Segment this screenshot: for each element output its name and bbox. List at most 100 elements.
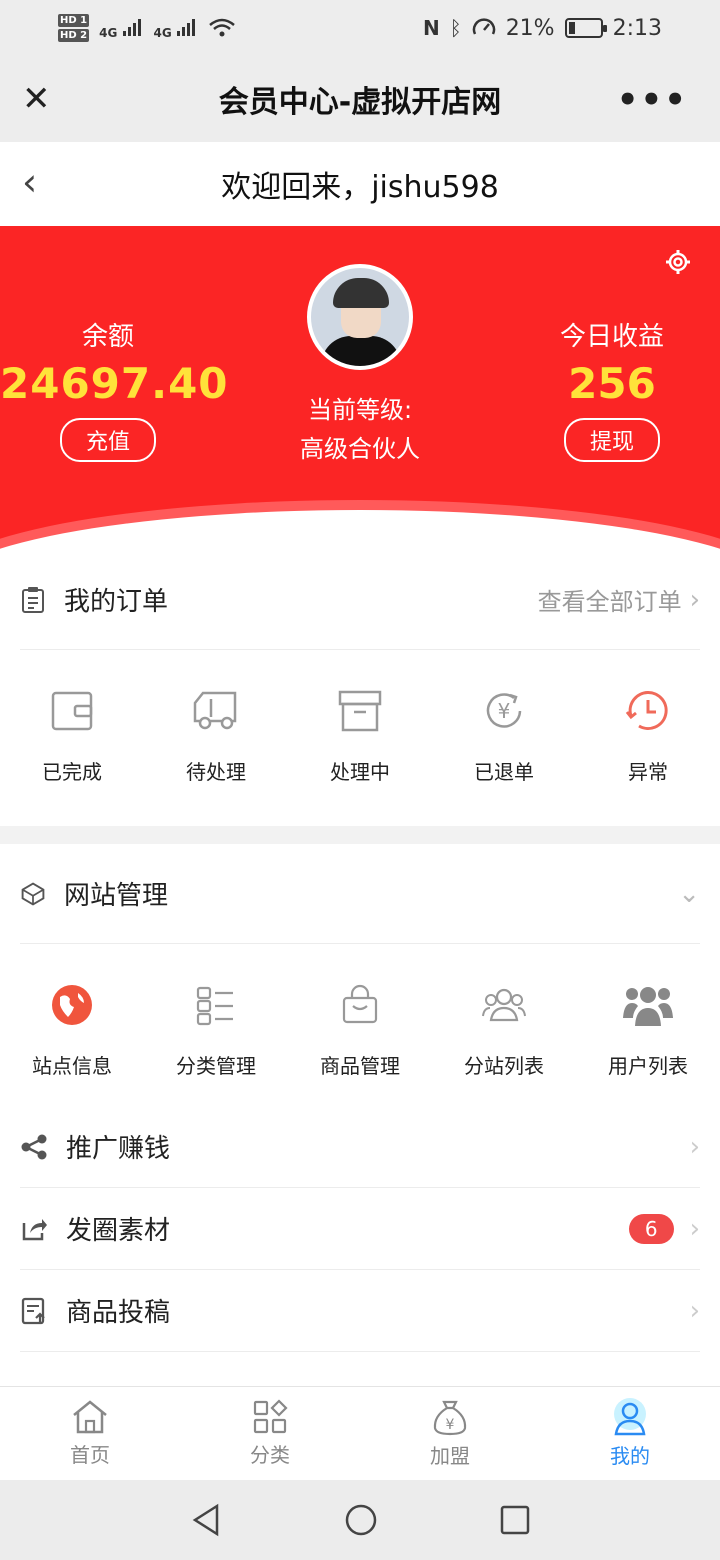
battery-percent: 21% — [505, 15, 555, 41]
order-status-label: 待处理 — [186, 760, 246, 784]
site-tool-label: 用户列表 — [608, 1054, 688, 1078]
order-status-label: 已退单 — [474, 760, 534, 784]
site-header[interactable]: 网站管理 ⌄ — [20, 844, 700, 944]
recharge-button[interactable]: 充值 — [59, 418, 156, 462]
menu-item-product-submit[interactable]: 商品投稿 › — [20, 1270, 700, 1352]
order-status-grid: 已完成 待处理 处理中 ¥ 已退单 异常 — [0, 650, 720, 785]
battery-icon — [564, 18, 607, 38]
tab-home[interactable]: 首页 — [0, 1387, 180, 1480]
close-icon[interactable]: ✕ — [22, 82, 51, 116]
menu-item-label: 商品投稿 — [66, 1298, 171, 1328]
users-outline-icon — [482, 988, 526, 1022]
home-icon — [73, 1400, 107, 1434]
back-icon[interactable]: ‹ — [22, 162, 37, 202]
menu-item-label: 发圈素材 — [66, 1216, 171, 1246]
menu-item-moments-material[interactable]: 发圈素材 6 › — [20, 1188, 700, 1270]
site-title: 网站管理 — [64, 881, 169, 911]
category-manage-item[interactable]: 分类管理 — [144, 944, 288, 1079]
order-status-pending[interactable]: 待处理 — [144, 650, 288, 785]
svg-text:¥: ¥ — [446, 1417, 455, 1433]
site-tool-label: 分类管理 — [176, 1054, 256, 1078]
share-icon — [21, 1134, 47, 1159]
bluetooth-icon: ᛒ — [449, 16, 462, 40]
balance-value: 24697.40 — [0, 359, 229, 408]
order-status-abnormal[interactable]: 异常 — [576, 650, 720, 785]
tab-mine[interactable]: 我的 — [540, 1387, 720, 1480]
cube-icon — [21, 881, 45, 906]
signal-icon — [122, 18, 141, 36]
user-list-item[interactable]: 用户列表 — [576, 944, 720, 1079]
orders-title: 我的订单 — [64, 587, 169, 617]
site-info-item[interactable]: 站点信息 — [0, 944, 144, 1079]
order-status-label: 异常 — [628, 760, 668, 784]
tab-label: 首页 — [70, 1443, 110, 1467]
substation-list-item[interactable]: 分站列表 — [432, 944, 576, 1079]
clipboard-icon — [22, 586, 44, 613]
site-tool-label: 商品管理 — [320, 1054, 400, 1078]
product-manage-item[interactable]: 商品管理 — [288, 944, 432, 1079]
network-4g-1: 4G — [99, 17, 143, 40]
signal-icon — [176, 18, 195, 36]
chevron-down-icon[interactable]: ⌄ — [678, 879, 700, 909]
balance-block: 余额 24697.40 充值 — [0, 316, 229, 462]
order-status-label: 处理中 — [330, 760, 390, 784]
site-tools-grid: 站点信息 分类管理 商品管理 分站列表 用户列表 — [0, 944, 720, 1079]
site-tool-label: 分站列表 — [464, 1054, 544, 1078]
earnings-value: 256 — [568, 359, 656, 408]
clock-time: 2:13 — [612, 15, 662, 41]
refund-icon: ¥ — [486, 693, 522, 728]
upload-doc-icon — [21, 1297, 45, 1324]
chevron-right-icon: › — [689, 1131, 700, 1162]
box-icon — [338, 690, 382, 732]
earnings-label: 今日收益 — [559, 322, 664, 352]
order-status-processing[interactable]: 处理中 — [288, 650, 432, 785]
welcome-bar: ‹ 欢迎回来，jishu598 — [0, 142, 720, 226]
tab-label: 我的 — [610, 1444, 650, 1468]
shopping-bag-icon — [342, 984, 378, 1024]
balance-label: 余额 — [81, 322, 134, 352]
chevron-right-icon: › — [689, 1213, 700, 1244]
speedometer-icon — [472, 18, 495, 35]
settings-gear-icon[interactable] — [664, 248, 692, 276]
order-status-label: 已完成 — [42, 760, 102, 784]
globe-icon — [52, 985, 92, 1025]
money-bag-icon: ¥ — [433, 1400, 467, 1436]
orders-section: 我的订单 查看全部订单 › 已完成 待处理 处理中 ¥ 已退单 异常 — [0, 550, 720, 826]
view-all-orders-link[interactable]: 查看全部订单 — [538, 582, 682, 617]
nav-recents-icon[interactable] — [499, 1504, 531, 1536]
svg-text:¥: ¥ — [498, 699, 511, 723]
level-label: 当前等级: — [307, 396, 413, 424]
status-bar: HD 1 HD 2 4G 4G N ᛒ 21% 2:13 — [0, 0, 720, 56]
tab-join[interactable]: ¥ 加盟 — [360, 1387, 540, 1480]
welcome-text: 欢迎回来，jishu598 — [221, 170, 499, 205]
hd1-badge: HD 1 — [58, 14, 90, 27]
more-icon[interactable]: ••• — [617, 80, 688, 120]
menu-item-label: 推广赚钱 — [66, 1134, 171, 1164]
order-status-completed[interactable]: 已完成 — [0, 650, 144, 785]
users-group-icon — [623, 987, 673, 1026]
tab-category[interactable]: 分类 — [180, 1387, 360, 1480]
menu-item-promote[interactable]: 推广赚钱 › — [20, 1106, 700, 1188]
wifi-icon — [209, 18, 235, 37]
account-banner: 余额 24697.40 充值 当前等级: 高级合伙人 今日收益 256 提现 — [0, 226, 720, 550]
hd-indicators: HD 1 HD 2 — [58, 13, 90, 43]
tab-label: 加盟 — [430, 1444, 470, 1468]
network-4g-2: 4G — [154, 17, 198, 40]
title-bar: ✕ 会员中心-虚拟开店网 ••• — [0, 56, 720, 142]
page-title: 会员中心-虚拟开店网 — [218, 85, 502, 120]
menu-list: 推广赚钱 › 发圈素材 6 › 商品投稿 › — [0, 1106, 720, 1386]
withdraw-button[interactable]: 提现 — [563, 418, 660, 462]
tab-label: 分类 — [250, 1443, 290, 1467]
earnings-block: 今日收益 256 提现 — [510, 316, 714, 462]
user-icon — [614, 1398, 646, 1436]
nav-home-icon[interactable] — [343, 1502, 379, 1538]
order-status-refunded[interactable]: ¥ 已退单 — [432, 650, 576, 785]
avatar[interactable] — [307, 264, 413, 370]
nav-back-icon[interactable] — [189, 1502, 223, 1538]
system-nav-bar — [0, 1480, 720, 1560]
orders-header[interactable]: 我的订单 查看全部订单 › — [20, 550, 700, 650]
clock-icon — [625, 691, 668, 730]
bottom-tab-bar: 首页 分类 ¥ 加盟 我的 — [0, 1386, 720, 1480]
level-value: 高级合伙人 — [300, 435, 420, 463]
site-management-section: 网站管理 ⌄ 站点信息 分类管理 商品管理 分站列表 用户列表 — [0, 844, 720, 1106]
